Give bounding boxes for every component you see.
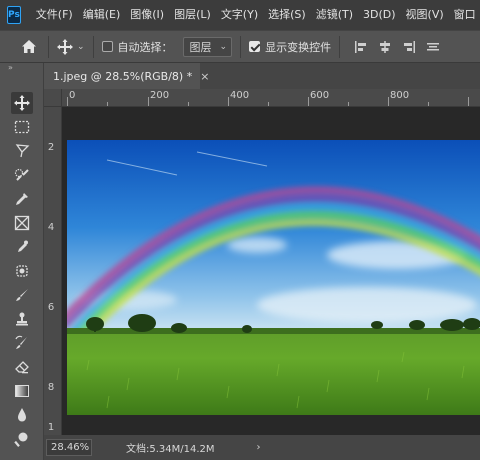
quick-selection-tool[interactable]	[11, 164, 33, 186]
document-tab-bar: 1.jpeg @ 28.5%(RGB/8) * ×	[44, 63, 480, 89]
align-left-edges-icon[interactable]	[354, 40, 368, 54]
ruler-tick-label: 800	[390, 90, 410, 101]
show-transform-label: 显示变换控件	[265, 40, 332, 54]
ruler-origin[interactable]	[44, 89, 62, 107]
menu-type[interactable]: 文字(Y)	[216, 0, 263, 30]
eraser-icon	[15, 361, 29, 374]
document-info: 文档:5.34M/14.2M	[126, 444, 215, 455]
dodge-tool[interactable]	[11, 428, 33, 450]
ruler-ticks	[67, 97, 469, 106]
eyedropper-icon	[18, 240, 28, 252]
dropdown-value: 图层	[189, 40, 212, 54]
ruler-tick-label: 8	[47, 382, 55, 393]
ruler-tick-label: 1	[47, 422, 55, 433]
panel-collapse-grip[interactable]: »	[0, 63, 43, 73]
chevron-down-icon: ⌄	[219, 41, 228, 52]
rectangular-marquee-icon	[14, 120, 30, 134]
close-icon[interactable]: ×	[200, 70, 209, 83]
blur-tool[interactable]	[11, 404, 33, 426]
align-horizontal-centers-icon[interactable]	[378, 40, 392, 54]
layer-group-dropdown[interactable]: 图层 ⌄	[182, 36, 233, 57]
status-menu-arrow-icon[interactable]: ›	[257, 442, 261, 453]
color-sampler-tool[interactable]	[11, 236, 33, 258]
ruler-tick-label: 400	[230, 90, 250, 101]
quick-selection-icon	[14, 168, 29, 181]
menu-edit[interactable]: 编辑(E)	[78, 0, 126, 30]
move-tool-icon	[14, 95, 30, 111]
chevron-down-icon: ⌄	[77, 41, 85, 52]
brush-icon	[16, 289, 28, 301]
ruler-tick-label: 6	[47, 302, 55, 313]
frame-tool[interactable]	[11, 212, 33, 234]
frame-icon	[14, 215, 30, 231]
document-tab-title: 1.jpeg @ 28.5%(RGB/8) *	[53, 69, 193, 83]
photoshop-logo-icon[interactable]: Ps	[7, 6, 21, 24]
align-buttons	[354, 40, 440, 54]
status-bar: 28.46% 文档:5.34M/14.2M ›	[44, 435, 480, 460]
menu-window[interactable]: 窗口	[449, 0, 480, 30]
move-tool-preset-picker[interactable]: ⌄	[57, 38, 85, 55]
move-tool[interactable]	[11, 92, 33, 114]
document-tab[interactable]: 1.jpeg @ 28.5%(RGB/8) * ×	[44, 63, 209, 89]
spot-healing-tool[interactable]	[11, 260, 33, 282]
separator	[240, 35, 242, 58]
menu-3d[interactable]: 3D(D)	[358, 0, 401, 30]
eyedropper-icon	[16, 193, 28, 205]
align-top-edges-icon[interactable]	[426, 40, 440, 54]
clone-stamp-icon	[16, 312, 28, 326]
brush-tool[interactable]	[11, 284, 33, 306]
menu-file[interactable]: 文件(F)	[31, 0, 78, 30]
auto-select-checkbox[interactable]	[101, 41, 113, 52]
lasso-tool[interactable]	[11, 140, 33, 162]
separator	[48, 35, 49, 58]
eyedropper-tool[interactable]	[11, 188, 33, 210]
move-icon	[57, 38, 73, 55]
eraser-tool[interactable]	[11, 356, 33, 378]
horizontal-ruler[interactable]: 0 200 400 600 800 1000 1200 1400	[62, 89, 480, 107]
menu-select[interactable]: 选择(S)	[263, 0, 311, 30]
menu-image[interactable]: 图像(I)	[125, 0, 169, 30]
document-canvas[interactable]	[62, 107, 480, 435]
menu-bar: Ps 文件(F) 编辑(E) 图像(I) 图层(L) 文字(Y) 选择(S) 滤…	[0, 0, 480, 30]
rainbow-landscape-image	[67, 140, 480, 415]
tools-panel: »	[0, 63, 44, 460]
show-transform-checkbox[interactable]	[249, 41, 261, 52]
ruler-tick-label: 4	[47, 222, 55, 233]
menu-layer[interactable]: 图层(L)	[169, 0, 216, 30]
home-button[interactable]	[18, 36, 40, 58]
vertical-ruler[interactable]: 2 4 6 8 1	[44, 107, 62, 435]
zoom-level-field[interactable]: 28.46%	[46, 439, 92, 456]
menu-view[interactable]: 视图(V)	[401, 0, 449, 30]
ruler-tick-label: 2	[47, 142, 55, 153]
ruler-tick-label: 200	[150, 90, 170, 101]
dodge-icon	[14, 432, 28, 447]
history-brush-icon	[15, 335, 27, 349]
ruler-tick-label: 600	[310, 90, 330, 101]
align-right-edges-icon[interactable]	[402, 40, 416, 54]
blur-icon	[18, 408, 26, 422]
rectangular-marquee-tool[interactable]	[11, 116, 33, 138]
separator	[339, 35, 341, 58]
menu-filter[interactable]: 滤镜(T)	[311, 0, 358, 30]
clone-stamp-tool[interactable]	[11, 308, 33, 330]
auto-select-label: 自动选择：	[117, 40, 173, 54]
lasso-icon	[15, 144, 30, 158]
ruler-tick-label: 0	[69, 90, 76, 101]
options-bar: ⌄ 自动选择： 图层 ⌄ 显示变换控件	[0, 30, 480, 63]
gradient-tool[interactable]	[11, 380, 33, 402]
history-brush-tool[interactable]	[11, 332, 33, 354]
separator	[92, 35, 94, 58]
home-icon	[22, 40, 36, 53]
patch-icon	[16, 265, 28, 277]
gradient-icon	[15, 385, 29, 397]
